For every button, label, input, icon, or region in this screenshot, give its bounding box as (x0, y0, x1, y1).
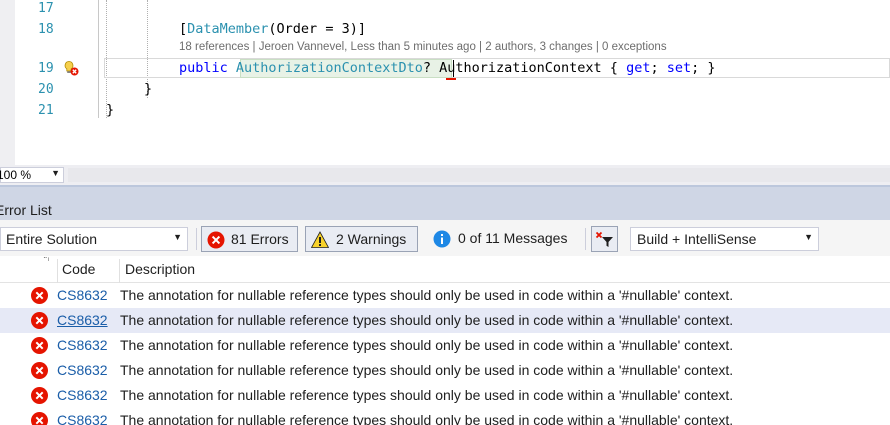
type-name[interactable]: AuthorizationContextDto (236, 60, 423, 76)
clear-filter-button[interactable] (591, 226, 618, 252)
code-line-20[interactable]: } (144, 81, 152, 97)
error-description: The annotation for nullable reference ty… (120, 312, 734, 328)
error-description: The annotation for nullable reference ty… (120, 287, 734, 303)
scope-dropdown[interactable]: Entire Solution ▼ (0, 227, 188, 251)
error-code-link[interactable]: CS8632 (57, 412, 108, 425)
keyword: public (179, 60, 228, 76)
errors-filter-button[interactable]: 81 Errors (201, 226, 298, 252)
column-header-code[interactable]: Code (62, 261, 95, 277)
punctuation: ; } (691, 60, 716, 76)
error-code-link[interactable]: CS8632 (57, 387, 108, 403)
error-icon (31, 387, 48, 404)
text-caret (453, 60, 454, 77)
line-number: 17 (38, 1, 54, 16)
table-row[interactable]: CS8632 The annotation for nullable refer… (0, 283, 890, 308)
error-code-link[interactable]: CS8632 (57, 362, 108, 378)
messages-label: 0 of 11 Messages (458, 230, 568, 246)
error-code-link[interactable]: CS8632 (57, 312, 108, 328)
error-list-titlebar[interactable]: Error List (0, 185, 890, 220)
table-row[interactable]: CS8632 The annotation for nullable refer… (0, 333, 890, 358)
column-sort-icon[interactable]: ¨ⁱ (43, 257, 49, 267)
keyword: set (666, 60, 692, 76)
code-editor[interactable]: 17 18 19 20 21 [DataMember(Order = 3)] 1… (0, 0, 890, 165)
code-line-18[interactable]: [DataMember(Order = 3)] (179, 21, 366, 37)
editor-status-strip: 100 % ▼ (0, 165, 890, 185)
codelens-info[interactable]: 18 references | Jeroen Vannevel, Less th… (179, 41, 667, 53)
table-row[interactable]: CS8632 The annotation for nullable refer… (0, 408, 890, 425)
lightbulb-error-icon[interactable] (63, 60, 79, 76)
editor-margin (0, 0, 15, 165)
info-icon (433, 230, 451, 248)
scope-value: Entire Solution (6, 231, 98, 247)
build-source-dropdown[interactable]: Build + IntelliSense ▼ (630, 227, 819, 251)
chevron-down-icon: ▼ (51, 168, 60, 178)
column-divider[interactable] (119, 259, 120, 283)
error-squiggle[interactable] (446, 75, 456, 80)
zoom-dropdown[interactable]: 100 % ▼ (0, 167, 64, 183)
horizontal-scrollbar[interactable] (68, 168, 890, 182)
table-row[interactable]: CS8632 The annotation for nullable refer… (0, 383, 890, 408)
error-description: The annotation for nullable reference ty… (120, 412, 734, 425)
code-line-19[interactable]: public AuthorizationContextDto? Authoriz… (179, 60, 716, 76)
toolbar-separator (196, 228, 197, 250)
table-row[interactable]: CS8632 The annotation for nullable refer… (0, 358, 890, 383)
attribute-name: DataMember (187, 21, 269, 37)
line-number: 19 (38, 61, 54, 76)
code-line-21[interactable]: } (106, 102, 114, 118)
chevron-down-icon: ▼ (173, 232, 182, 242)
error-icon (207, 231, 225, 249)
table-row[interactable]: CS8632 The annotation for nullable refer… (0, 308, 890, 333)
warnings-label: 2 Warnings (336, 231, 407, 247)
error-icon (31, 312, 48, 329)
error-description: The annotation for nullable reference ty… (120, 362, 734, 378)
bracket: [ (179, 21, 188, 37)
zoom-value: 100 % (0, 168, 32, 182)
error-description: The annotation for nullable reference ty… (120, 387, 734, 403)
chevron-down-icon: ▼ (804, 232, 813, 242)
line-number: 21 (38, 103, 54, 118)
toolbar-separator (585, 228, 586, 250)
punctuation: ; (650, 60, 667, 76)
line-number: 20 (38, 82, 54, 97)
error-icon (31, 412, 48, 425)
column-header-description[interactable]: Description (125, 261, 195, 277)
error-list-header: ¨ⁱ Code Description (0, 256, 890, 283)
build-source-value: Build + IntelliSense (637, 231, 757, 247)
error-code-link[interactable]: CS8632 (57, 337, 108, 353)
attribute-args: (Order = 3)] (268, 21, 366, 37)
outline-bar (98, 0, 99, 118)
panel-title: Error List (0, 202, 52, 218)
line-number: 18 (38, 22, 54, 37)
error-code-link[interactable]: CS8632 (57, 287, 108, 303)
messages-filter-button[interactable]: 0 of 11 Messages (430, 226, 580, 252)
warnings-filter-button[interactable]: 2 Warnings (305, 226, 418, 252)
member-decl: AuthorizationContext { (431, 60, 627, 76)
error-icon (31, 337, 48, 354)
warning-icon (311, 231, 329, 248)
clear-filter-icon (595, 231, 613, 247)
column-divider[interactable] (57, 259, 58, 283)
errors-label: 81 Errors (231, 231, 289, 247)
error-icon (31, 287, 48, 304)
error-description: The annotation for nullable reference ty… (120, 337, 734, 353)
nullable-marker: ? (422, 60, 431, 76)
keyword: get (626, 60, 651, 76)
error-icon (31, 362, 48, 379)
